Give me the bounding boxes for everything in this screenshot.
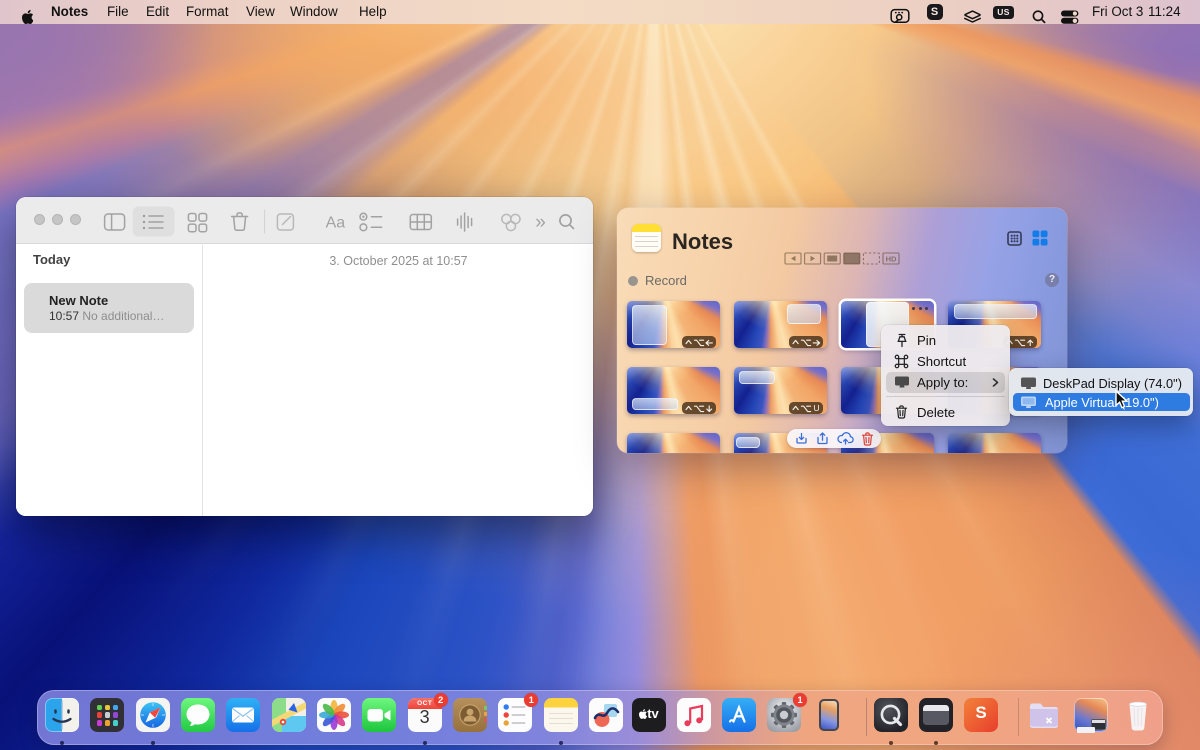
svg-text:U: U xyxy=(814,403,820,413)
svg-text:»: » xyxy=(535,212,546,233)
svg-text:HD: HD xyxy=(886,255,897,264)
svg-text:Aa: Aa xyxy=(326,215,346,232)
